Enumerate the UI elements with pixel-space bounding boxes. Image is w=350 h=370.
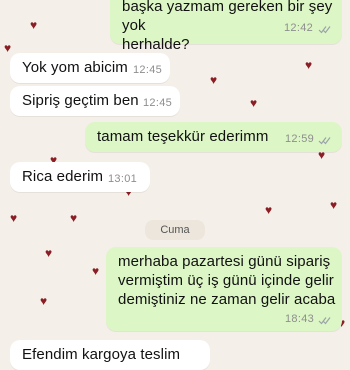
day-divider: Cuma — [145, 220, 205, 240]
message-line: merhaba pazartesi günü sipariş — [118, 253, 331, 270]
message-line: Efendim kargoya teslim — [22, 346, 181, 363]
heart-icon: ♥ — [210, 73, 218, 87]
message-line: vermiştim üç iş günü içinde gelir — [118, 272, 334, 289]
double-check-icon — [318, 26, 331, 34]
heart-icon: ♥ — [250, 96, 258, 110]
heart-icon: ♥ — [4, 41, 12, 55]
message-line: Sipriş geçtim ben — [22, 92, 139, 109]
heart-icon: ♥ — [30, 18, 38, 32]
heart-icon: ♥ — [45, 246, 53, 260]
double-check-icon — [318, 317, 331, 325]
incoming-message[interactable]: Sipriş geçtim ben 12:45 — [10, 86, 180, 116]
message-line: demiştiniz ne zaman gelir acaba — [118, 291, 336, 308]
heart-icon: ♥ — [10, 211, 18, 225]
incoming-message[interactable]: Efendim kargoya teslim — [10, 340, 210, 370]
heart-icon: ♥ — [70, 211, 78, 225]
double-check-icon — [318, 137, 331, 145]
message-line: Rica ederim — [22, 168, 104, 185]
heart-icon: ♥ — [92, 264, 100, 278]
message-time: 12:59 — [285, 133, 315, 145]
message-time: 13:01 — [108, 173, 138, 185]
message-time: 18:43 — [285, 313, 315, 325]
message-line: Yok yom abicim — [22, 59, 128, 76]
heart-icon: ♥ — [305, 58, 313, 72]
outgoing-message[interactable]: merhaba pazartesi günü sipariş vermiştim… — [106, 247, 342, 331]
day-divider-label: Cuma — [160, 224, 190, 236]
outgoing-message[interactable]: tamam teşekkür ederimm 12:59 — [85, 122, 342, 152]
message-time: 12:45 — [143, 97, 173, 109]
heart-icon: ♥ — [265, 203, 273, 217]
heart-icon: ♥ — [40, 294, 48, 308]
incoming-message[interactable]: Rica ederim 13:01 — [10, 162, 150, 192]
incoming-message[interactable]: Yok yom abicim 12:45 — [10, 53, 170, 83]
message-time: 12:45 — [133, 64, 163, 76]
message-line: tamam teşekkür ederimm — [97, 128, 269, 145]
outgoing-message[interactable]: başka yazmam gereken bir şey yok herhald… — [110, 0, 342, 53]
heart-icon: ♥ — [330, 198, 338, 212]
message-line: herhalde? — [122, 36, 190, 53]
message-time: 12:42 — [284, 22, 314, 34]
